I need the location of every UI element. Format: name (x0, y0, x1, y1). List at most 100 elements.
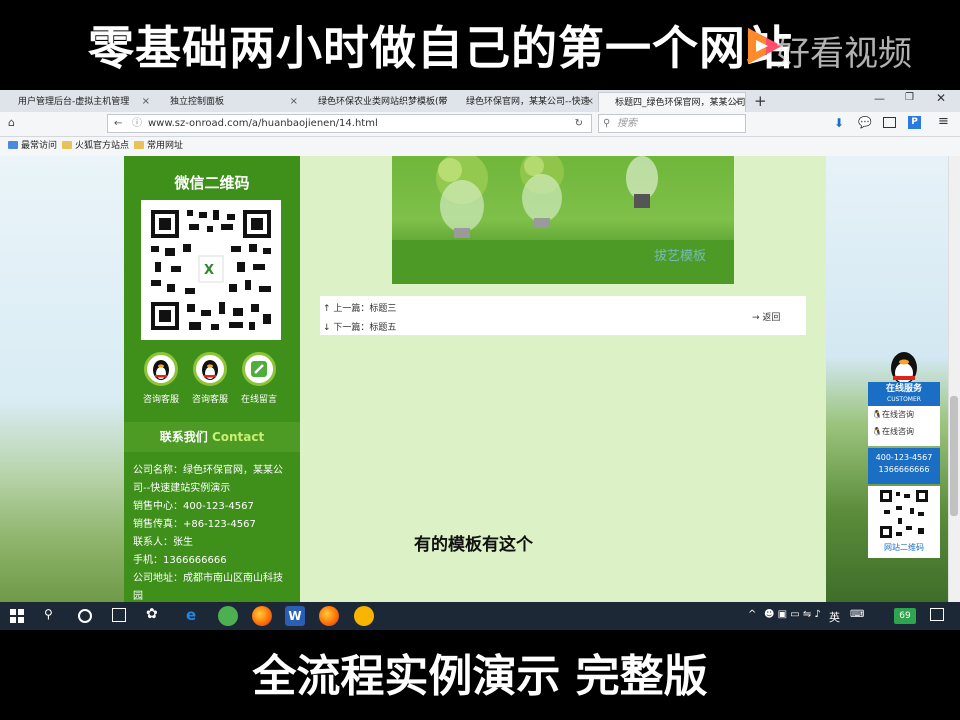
widget-phone: 400-123-4567 (875, 453, 933, 462)
service-label: 在线留言 (240, 395, 277, 405)
page-viewport: 微信二维码 X 咨询客服 咨询客服 在线留言 联系我们 Contact 公司名称… (0, 156, 960, 602)
close-icon[interactable]: × (438, 92, 446, 112)
minimize-icon[interactable]: — (874, 92, 885, 105)
library-icon[interactable] (883, 117, 896, 128)
lightbulb-trees-image: 拔艺模板 (392, 156, 734, 284)
firefox-icon[interactable] (252, 606, 272, 626)
consult-label: 在线咨询 (881, 410, 914, 419)
windows-taskbar: ⚲ ✿ e W ^ ☻ ▣ ▭ ⇋ ♪ 英 ⌨ 69 (0, 602, 960, 630)
window-close-icon[interactable]: ✕ (936, 91, 946, 105)
online-consult-link-2[interactable]: 🐧在线咨询 (872, 426, 914, 437)
next-label: 下一篇：标题五 (333, 323, 397, 333)
bookmarks-bar: 最常访问 火狐官方站点 常用网址 (0, 137, 960, 157)
close-icon[interactable]: × (733, 93, 741, 112)
firefox-icon-active[interactable] (319, 606, 339, 626)
qq-penguin-icon: 🐧 (872, 427, 882, 436)
widget-phone-block: 400-123-4567 1366666666 (868, 448, 940, 484)
qq-penguin-icon (891, 352, 917, 384)
contact-line: 销售中心：400-123-4567 (133, 501, 254, 512)
service-label: 咨询客服 (142, 395, 179, 405)
service-label: 咨询客服 (191, 395, 228, 405)
ime-indicator[interactable]: 英 (829, 609, 840, 625)
contact-heading: 联系我们 Contact (124, 422, 300, 452)
next-article-link[interactable]: ↓ 下一篇：标题五 (323, 320, 396, 333)
up-arrow-icon: ↑ (323, 304, 334, 314)
prev-article-link[interactable]: ↑ 上一篇：标题三 (323, 301, 396, 314)
reload-icon[interactable]: ↻ (575, 115, 583, 132)
tray-chevron-icon[interactable]: ^ (748, 609, 756, 620)
nav-bar: ⌂ ← ⓘ www.sz-onroad.com/a/huanbaojienen/… (0, 112, 960, 137)
leave-message-button[interactable] (242, 352, 276, 386)
url-bar[interactable]: ← ⓘ www.sz-onroad.com/a/huanbaojienen/14… (107, 114, 592, 133)
info-icon: ⓘ (132, 118, 142, 129)
prev-label: 上一篇：标题三 (333, 304, 397, 314)
tab-4[interactable]: 绿色环保官网，某某公司--快速 × (450, 92, 598, 112)
contact-line: 联系人：张生 (133, 537, 193, 548)
pinwheel-app-icon[interactable]: ✿ (146, 606, 158, 622)
new-tab-button[interactable]: + (754, 90, 767, 112)
scrollbar-thumb[interactable] (950, 396, 958, 516)
cortana-icon[interactable] (78, 609, 92, 623)
notification-badge[interactable]: 69 (894, 608, 916, 624)
qq-penguin-icon: 🐧 (872, 410, 882, 419)
contact-title-en: Contact (211, 430, 265, 444)
app-360-icon[interactable] (218, 606, 238, 626)
home-icon[interactable]: ⌂ (8, 116, 15, 129)
restore-icon[interactable]: ❐ (905, 92, 914, 103)
word-icon[interactable]: W (285, 606, 305, 626)
bookmark-most-visited[interactable]: 最常访问 (8, 140, 57, 153)
qr-code-icon: X (151, 210, 271, 330)
search-input[interactable]: ⚲ 搜索 (598, 114, 746, 133)
search-icon: ⚲ (603, 118, 611, 129)
contact-line: 手机：1366666666 (133, 555, 227, 566)
contact-line: 司--快速建站实例演示 (133, 483, 231, 494)
widget-qr-block: 网站二维码 (868, 486, 940, 558)
keyboard-icon[interactable]: ⌨ (850, 609, 864, 620)
contact-line: 公司地址：成都市南山区南山科技 (133, 573, 283, 584)
qq-consult-button-2[interactable] (193, 352, 227, 386)
pocket-icon[interactable]: P (908, 116, 921, 129)
down-arrow-icon: ↓ (323, 323, 334, 333)
bookmark-icon (8, 141, 18, 149)
online-consult-link-1[interactable]: 🐧在线咨询 (872, 409, 914, 420)
tab-3[interactable]: 绿色环保农业类网站织梦模板(带 × (302, 92, 450, 112)
action-center-icon[interactable] (930, 608, 944, 621)
widget-qr-label: 网站二维码 (884, 543, 924, 552)
image-watermark: 拔艺模板 (654, 249, 706, 264)
menu-icon[interactable]: ≡ (938, 114, 949, 129)
pencil-note-icon (251, 361, 267, 377)
close-icon[interactable]: × (142, 92, 150, 112)
chat-icon[interactable]: 💬 (858, 116, 872, 129)
task-view-icon[interactable] (112, 608, 126, 622)
tab-1[interactable]: 用户管理后台-虚拟主机管理 × (2, 92, 154, 112)
tab-label: 绿色环保官网，某某公司--快速 (466, 97, 590, 107)
scrollbar-track[interactable] (948, 156, 960, 602)
tray-app-icons[interactable]: ☻ ▣ ▭ ⇋ ♪ (764, 609, 821, 620)
close-icon[interactable]: × (290, 92, 298, 112)
windows-start-icon[interactable] (10, 609, 24, 623)
back-arrow-icon[interactable]: ← (114, 115, 122, 132)
close-icon[interactable]: × (586, 92, 594, 112)
widget-header: 在线服务 CUSTOMER (868, 382, 940, 406)
bookmark-firefox-site[interactable]: 火狐官方站点 (62, 140, 129, 153)
article-main: 拔艺模板 ↑ 上一篇：标题三 ↓ 下一篇：标题五 → 返回 (300, 156, 826, 602)
tab-2[interactable]: 独立控制面板 × (154, 92, 302, 112)
edge-browser-icon[interactable]: e (186, 606, 196, 624)
video-caption: 有的模板有这个 (414, 535, 533, 555)
chat-app-icon[interactable] (354, 606, 374, 626)
video-watermark: 好看视频 (776, 34, 912, 74)
download-icon[interactable]: ⬇ (834, 116, 844, 130)
qr-code-icon (880, 490, 928, 538)
consult-label: 在线咨询 (881, 427, 914, 436)
article-image: 拔艺模板 (392, 156, 734, 284)
tab-5-active[interactable]: 标题四_绿色环保官网，某某公司 × (598, 92, 746, 112)
svg-text:X: X (204, 263, 214, 278)
bookmark-common-sites[interactable]: 常用网址 (134, 140, 183, 153)
wechat-qr-code: X (141, 200, 281, 340)
search-icon[interactable]: ⚲ (44, 607, 53, 621)
qr-title: 微信二维码 (174, 174, 250, 192)
back-link[interactable]: → 返回 (752, 310, 780, 323)
contact-line: 公司名称：绿色环保官网，某某公 (133, 465, 283, 476)
qq-consult-button-1[interactable] (144, 352, 178, 386)
contact-title-cn: 联系我们 (159, 430, 208, 444)
